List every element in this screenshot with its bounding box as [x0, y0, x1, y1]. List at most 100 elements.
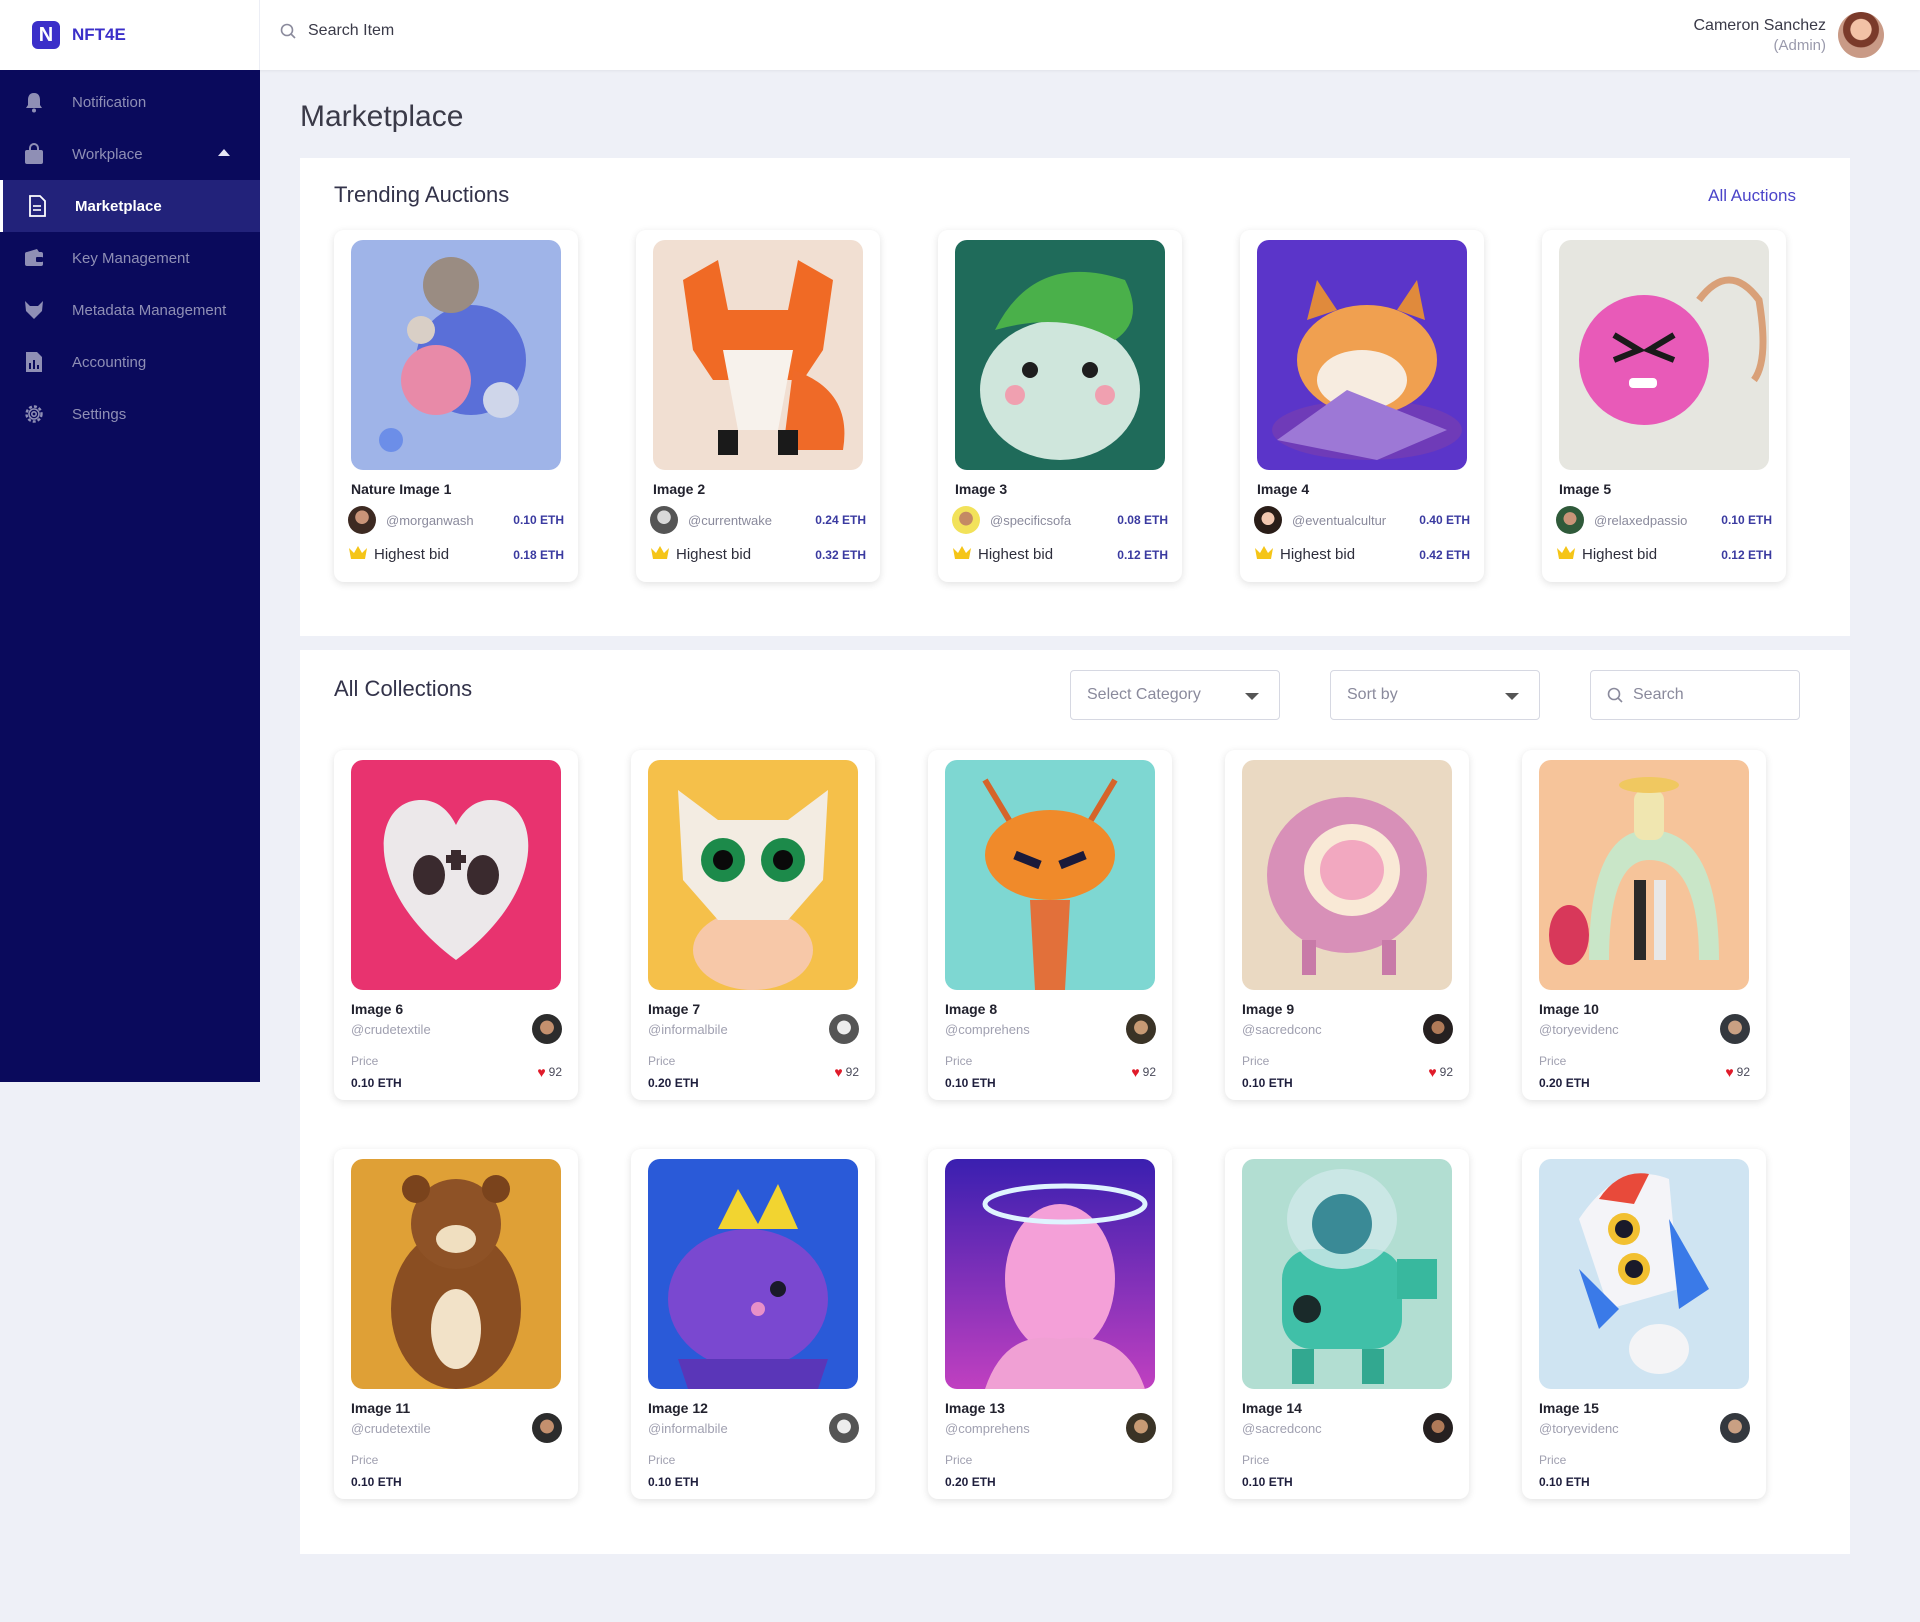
owner-handle[interactable]: @currentwake	[688, 513, 772, 528]
price-label: Price	[648, 1054, 676, 1068]
collection-card[interactable]: Image 11 @crudetextile Price 0.10 ETH	[334, 1149, 578, 1499]
owner-handle[interactable]: @sacredconc	[1242, 1022, 1322, 1037]
select-category-dropdown[interactable]: Select Category	[1070, 670, 1280, 720]
owner-handle[interactable]: @eventualcultur	[1292, 513, 1386, 528]
current-price: 0.08 ETH	[1117, 513, 1168, 527]
top-search[interactable]: Search Item	[280, 22, 394, 40]
owner-avatar[interactable]	[1556, 506, 1584, 534]
nft-image[interactable]	[1559, 240, 1769, 470]
heart-icon[interactable]: ♥	[1725, 1064, 1733, 1080]
owner-avatar[interactable]	[829, 1014, 859, 1044]
sidebar-item-notification[interactable]: Notification	[0, 76, 260, 128]
collection-card[interactable]: Image 12 @informalbile Price 0.10 ETH	[631, 1149, 875, 1499]
sidebar-item-key-management[interactable]: Key Management	[0, 232, 260, 284]
auction-card[interactable]: Image 2 @currentwake 0.24 ETH Highest bi…	[636, 230, 880, 582]
collection-card[interactable]: Image 14 @sacredconc Price 0.10 ETH	[1225, 1149, 1469, 1499]
nft-image[interactable]	[1242, 1159, 1452, 1389]
collection-card[interactable]: Image 13 @comprehens Price 0.20 ETH	[928, 1149, 1172, 1499]
owner-avatar[interactable]	[1423, 1014, 1453, 1044]
nft-image[interactable]	[1242, 760, 1452, 990]
heart-icon[interactable]: ♥	[1428, 1064, 1436, 1080]
heart-icon[interactable]: ♥	[537, 1064, 545, 1080]
sidebar-item-workplace[interactable]: Workplace	[0, 128, 260, 180]
crown-icon	[1254, 544, 1274, 565]
nft-image[interactable]	[648, 760, 858, 990]
owner-handle[interactable]: @specificsofa	[990, 513, 1071, 528]
nft-image[interactable]	[1257, 240, 1467, 470]
owner-avatar[interactable]	[1254, 506, 1282, 534]
owner-avatar[interactable]	[1126, 1413, 1156, 1443]
collection-card[interactable]: Image 15 @toryevidenc Price 0.10 ETH	[1522, 1149, 1766, 1499]
owner-handle[interactable]: @relaxedpassio	[1594, 513, 1687, 528]
sidebar-item-accounting[interactable]: Accounting	[0, 336, 260, 388]
auction-card[interactable]: Image 3 @specificsofa 0.08 ETH Highest b…	[938, 230, 1182, 582]
heart-icon[interactable]: ♥	[1131, 1064, 1139, 1080]
nft-image[interactable]	[1539, 760, 1749, 990]
nft-image[interactable]	[945, 1159, 1155, 1389]
nft-image[interactable]	[945, 760, 1155, 990]
owner-avatar[interactable]	[829, 1413, 859, 1443]
bid-row: Highest bid 0.42 ETH	[1254, 544, 1470, 565]
owner-avatar[interactable]	[650, 506, 678, 534]
like-count[interactable]: ♥ 92	[1131, 1064, 1156, 1080]
owner-avatar[interactable]	[1720, 1413, 1750, 1443]
nft-image[interactable]	[351, 760, 561, 990]
owner-handle[interactable]: @comprehens	[945, 1022, 1030, 1037]
search-icon	[1607, 687, 1623, 703]
sidebar-item-metadata-management[interactable]: Metadata Management	[0, 284, 260, 336]
owner-avatar[interactable]	[1720, 1014, 1750, 1044]
owner-handle[interactable]: @toryevidenc	[1539, 1421, 1619, 1436]
user-avatar[interactable]	[1838, 12, 1884, 58]
owner-row: @currentwake 0.24 ETH	[650, 506, 866, 534]
owner-handle[interactable]: @informalbile	[648, 1421, 728, 1436]
owner-handle[interactable]: @toryevidenc	[1539, 1022, 1619, 1037]
auction-card[interactable]: Image 4 @eventualcultur 0.40 ETH Highest…	[1240, 230, 1484, 582]
owner-avatar[interactable]	[532, 1413, 562, 1443]
owner-handle[interactable]: @crudetextile	[351, 1022, 431, 1037]
owner-row: @morganwash 0.10 ETH	[348, 506, 564, 534]
collections-search-input[interactable]: Search	[1590, 670, 1800, 720]
highest-bid-label: Highest bid	[978, 546, 1054, 563]
sort-by-dropdown[interactable]: Sort by	[1330, 670, 1540, 720]
nft-image[interactable]	[955, 240, 1165, 470]
owner-handle[interactable]: @sacredconc	[1242, 1421, 1322, 1436]
all-auctions-link[interactable]: All Auctions	[1708, 186, 1796, 206]
chevron-down-icon	[1505, 693, 1519, 700]
owner-avatar[interactable]	[532, 1014, 562, 1044]
trending-auctions-panel: Trending Auctions All Auctions Nature Im…	[300, 158, 1850, 636]
nft-name: Image 5	[1559, 481, 1612, 497]
nft-image[interactable]	[351, 1159, 561, 1389]
collection-card[interactable]: Image 9 @sacredconc Price 0.10 ETH ♥ 92	[1225, 750, 1469, 1100]
brand[interactable]: N NFT4E	[0, 0, 260, 70]
owner-handle[interactable]: @comprehens	[945, 1421, 1030, 1436]
collection-card[interactable]: Image 10 @toryevidenc Price 0.20 ETH ♥ 92	[1522, 750, 1766, 1100]
like-count[interactable]: ♥ 92	[1725, 1064, 1750, 1080]
sidebar-item-settings[interactable]: Settings	[0, 388, 260, 440]
nft-image[interactable]	[1539, 1159, 1749, 1389]
top-search-placeholder[interactable]: Search Item	[308, 22, 394, 40]
collection-card[interactable]: Image 8 @comprehens Price 0.10 ETH ♥ 92	[928, 750, 1172, 1100]
owner-avatar[interactable]	[1126, 1014, 1156, 1044]
wallet-icon	[22, 246, 46, 270]
owner-handle[interactable]: @crudetextile	[351, 1421, 431, 1436]
heart-icon[interactable]: ♥	[834, 1064, 842, 1080]
nft-image[interactable]	[351, 240, 561, 470]
collection-card[interactable]: Image 6 @crudetextile Price 0.10 ETH ♥ 92	[334, 750, 578, 1100]
owner-avatar[interactable]	[952, 506, 980, 534]
auction-card[interactable]: Image 5 @relaxedpassio 0.10 ETH Highest …	[1542, 230, 1786, 582]
owner-avatar[interactable]	[348, 506, 376, 534]
nft-image[interactable]	[648, 1159, 858, 1389]
user-info[interactable]: Cameron Sanchez (Admin)	[1693, 17, 1826, 54]
sidebar-item-marketplace[interactable]: Marketplace	[0, 180, 260, 232]
collection-card[interactable]: Image 7 @informalbile Price 0.20 ETH ♥ 92	[631, 750, 875, 1100]
chevron-up-icon[interactable]	[218, 149, 230, 156]
like-count[interactable]: ♥ 92	[537, 1064, 562, 1080]
like-count[interactable]: ♥ 92	[834, 1064, 859, 1080]
auction-card[interactable]: Nature Image 1 @morganwash 0.10 ETH High…	[334, 230, 578, 582]
nft-name: Image 8	[945, 1001, 998, 1017]
nft-image[interactable]	[653, 240, 863, 470]
owner-avatar[interactable]	[1423, 1413, 1453, 1443]
owner-handle[interactable]: @morganwash	[386, 513, 474, 528]
like-count[interactable]: ♥ 92	[1428, 1064, 1453, 1080]
owner-handle[interactable]: @informalbile	[648, 1022, 728, 1037]
